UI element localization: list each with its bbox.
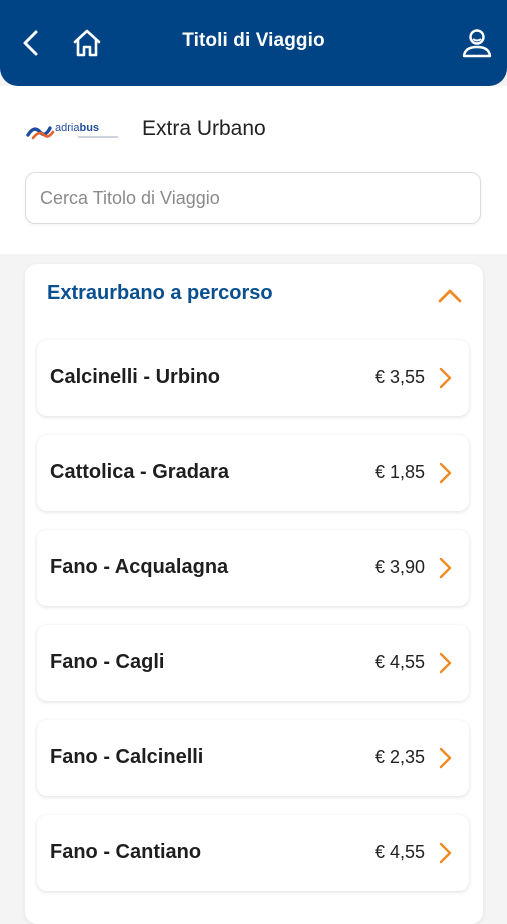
svg-text:adriabus: adriabus bbox=[55, 122, 99, 134]
ticket-category-panel: Extraurbano a percorso Calcinelli - Urbi… bbox=[25, 264, 483, 924]
ticket-price: € 2,35 bbox=[374, 747, 425, 767]
ticket-route: Fano - Cantiano bbox=[50, 841, 202, 863]
ticket-item[interactable]: Fano - Calcinelli € 2,35 bbox=[37, 720, 469, 796]
ticket-route: Fano - Acqualagna bbox=[50, 556, 229, 578]
chevron-right-icon bbox=[439, 652, 452, 674]
page-title: Titoli di Viaggio bbox=[182, 30, 325, 51]
ticket-item[interactable]: Calcinelli - Urbino € 3,55 bbox=[37, 340, 469, 416]
ticket-price: € 1,85 bbox=[374, 462, 425, 482]
ticket-item[interactable]: Fano - Acqualagna € 3,90 bbox=[37, 530, 469, 606]
ticket-route: Fano - Cagli bbox=[50, 651, 165, 673]
ticket-route: Calcinelli - Urbino bbox=[50, 366, 221, 388]
operator-panel: adriabus Extra Urbano bbox=[0, 86, 507, 254]
chevron-right-icon bbox=[439, 462, 452, 484]
ticket-item[interactable]: Fano - Cagli € 4,55 bbox=[37, 625, 469, 701]
chevron-right-icon bbox=[439, 367, 452, 389]
ticket-route: Fano - Calcinelli bbox=[50, 746, 204, 768]
chevron-right-icon bbox=[439, 557, 452, 579]
top-app-bar: Titoli di Viaggio bbox=[0, 0, 507, 86]
ticket-price: € 4,55 bbox=[374, 842, 425, 862]
ticket-price: € 3,55 bbox=[374, 367, 425, 387]
chevron-up-icon[interactable] bbox=[435, 280, 465, 310]
ticket-price: € 4,55 bbox=[374, 652, 425, 672]
chevron-right-icon bbox=[439, 747, 452, 769]
chevron-right-icon bbox=[439, 842, 452, 864]
category-title: Extraurbano a percorso bbox=[47, 282, 273, 304]
ticket-price: € 3,90 bbox=[374, 557, 425, 577]
ticket-item[interactable]: Cattolica - Gradara € 1,85 bbox=[37, 435, 469, 511]
zone-label: Extra Urbano bbox=[142, 117, 266, 140]
search-input[interactable] bbox=[25, 172, 481, 224]
ticket-item[interactable]: Fano - Cantiano € 4,55 bbox=[37, 815, 469, 891]
user-icon[interactable] bbox=[460, 26, 494, 60]
ticket-route: Cattolica - Gradara bbox=[50, 461, 229, 483]
adriabus-logo: adriabus bbox=[26, 122, 118, 140]
category-header[interactable]: Extraurbano a percorso bbox=[25, 264, 483, 326]
